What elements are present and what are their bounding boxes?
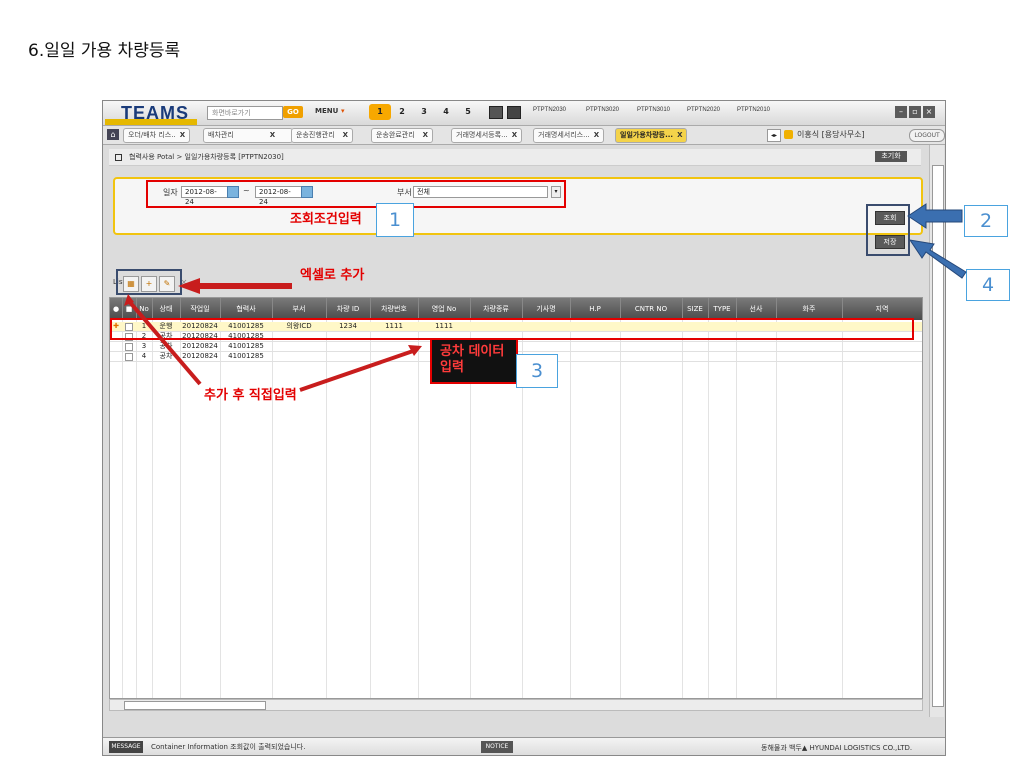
arrow-left-icon: [178, 278, 292, 294]
arrow-up-left-icon: [908, 239, 967, 279]
arrow-up-left-icon: [126, 298, 202, 386]
arrow-left-icon: [907, 203, 963, 229]
arrow-up-right-icon: [299, 348, 417, 392]
annotation-arrows: [124, 203, 967, 392]
